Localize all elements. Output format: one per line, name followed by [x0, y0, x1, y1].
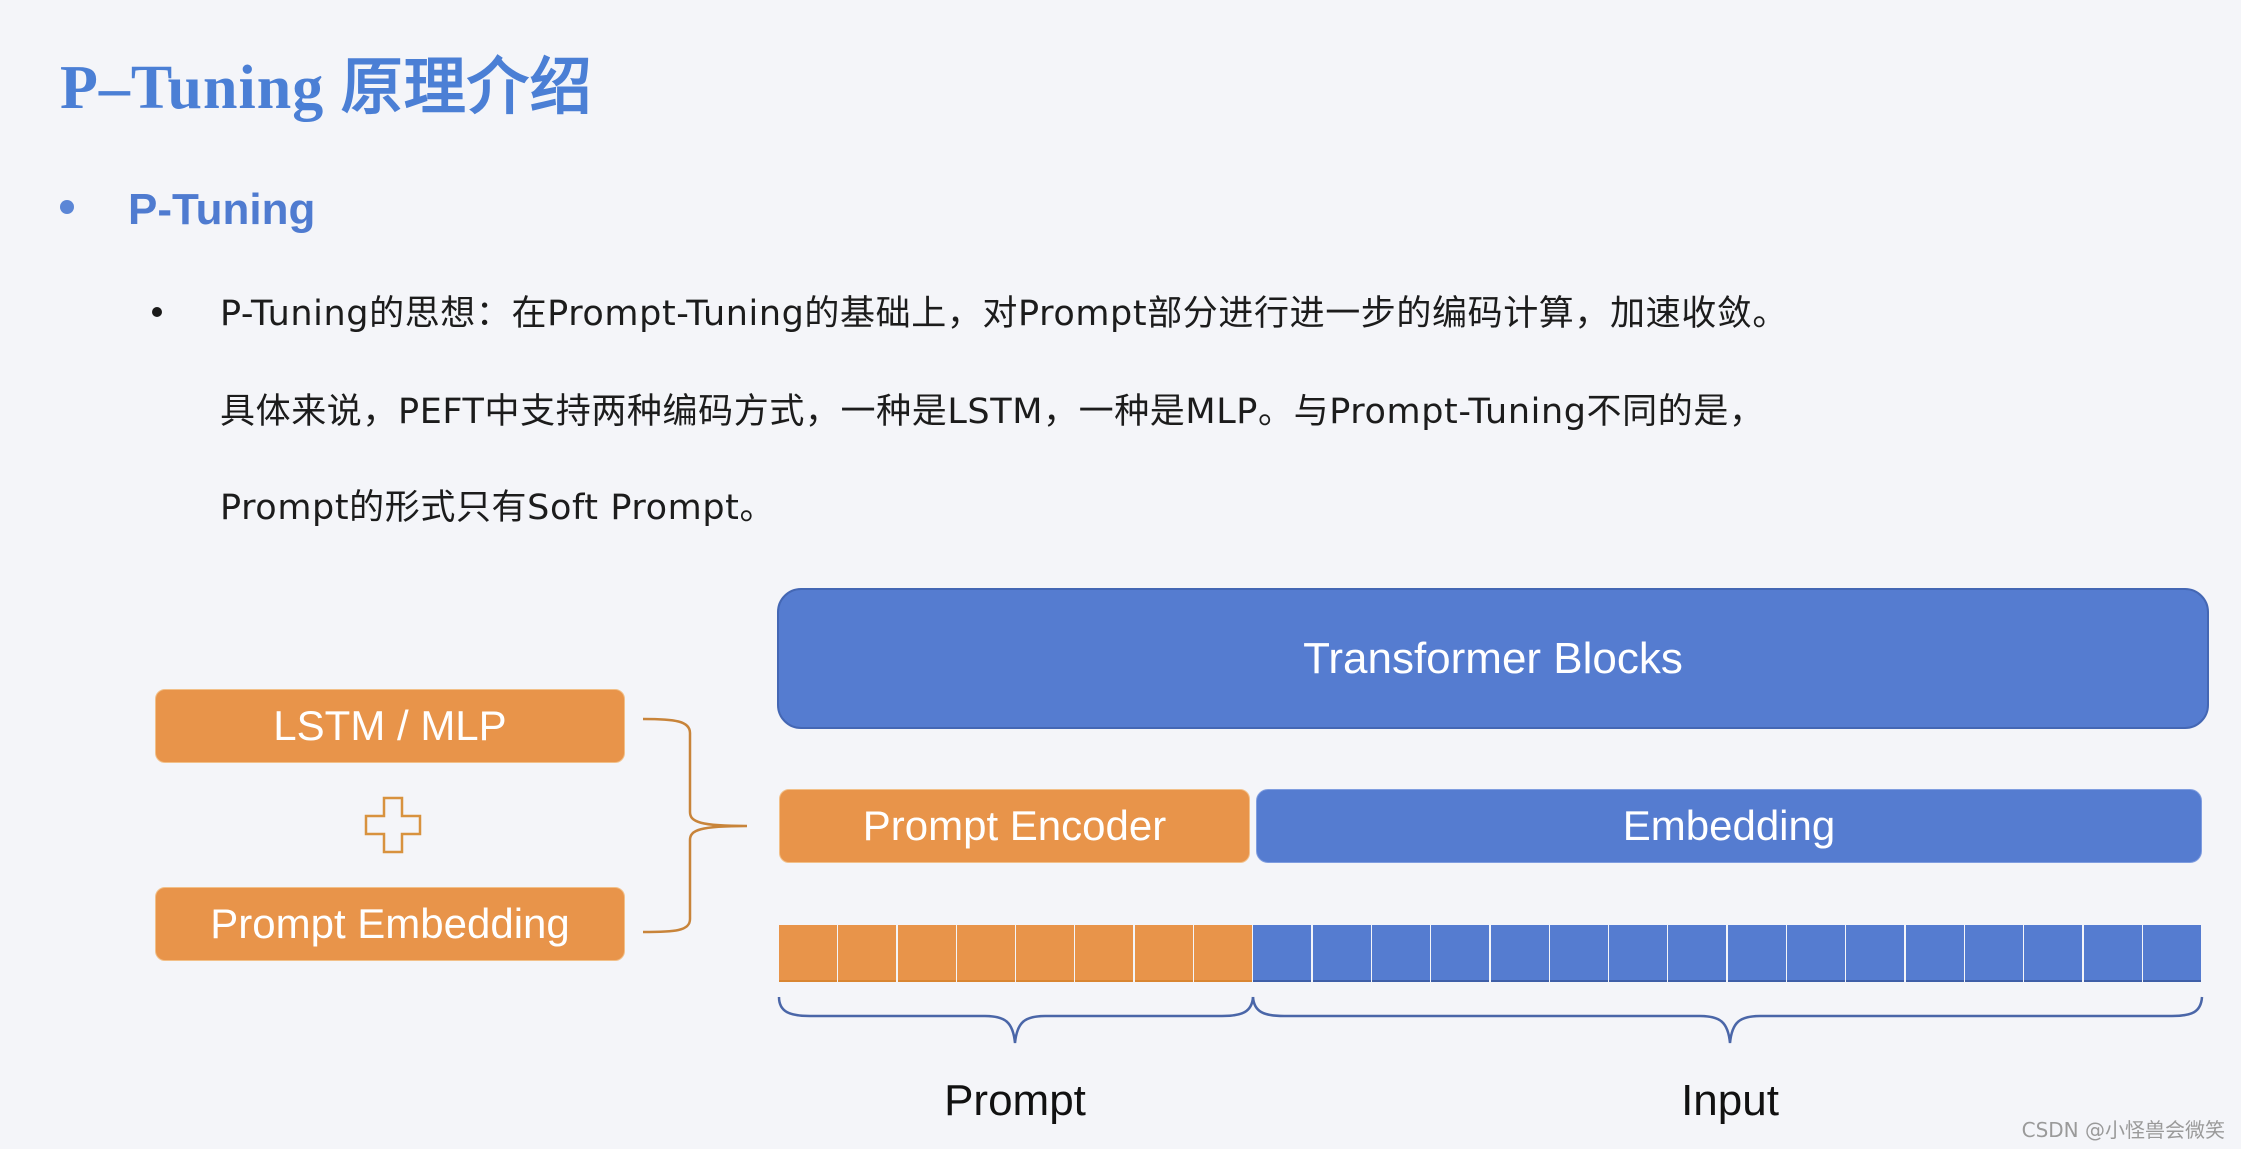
prompt-brace-label: Prompt: [944, 1076, 1086, 1125]
plus-icon: [364, 796, 422, 854]
diagram-connectors: [364, 717, 2204, 1044]
prompt-brace: [777, 996, 1255, 1044]
combine-bracket: [642, 717, 748, 934]
input-brace: [1251, 996, 2204, 1044]
watermark: CSDN @小怪兽会微笑: [2021, 1118, 2225, 1142]
input-brace-label: Input: [1681, 1076, 1779, 1125]
